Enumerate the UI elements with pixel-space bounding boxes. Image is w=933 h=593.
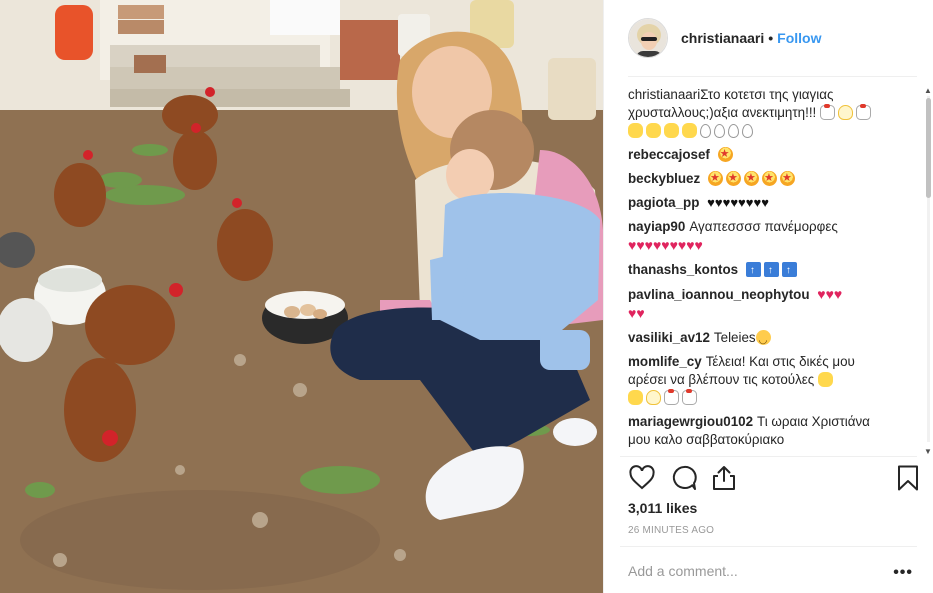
chick-emoji-icon: [817, 372, 833, 387]
comment-username[interactable]: thanashs_kontos: [628, 262, 738, 277]
comment-username[interactable]: rebeccajosef: [628, 147, 710, 162]
rooster-emoji-icon: [682, 389, 697, 405]
comment-item: thanashs_kontos: [628, 261, 916, 280]
comments-scrollbar[interactable]: ▲ ▼: [923, 86, 933, 456]
scroll-up-arrow-icon[interactable]: ▲: [924, 86, 932, 95]
comment-item: nayiap90 Αγαπεσσσσ πανέμορφες ♥♥♥♥♥♥♥♥♥: [628, 218, 916, 255]
comments-list[interactable]: christianaariΣτο κοτετσι της γιαγιας χρυ…: [628, 86, 916, 456]
rooster-emoji-icon: [820, 104, 836, 120]
star-struck-emoji-icon: [743, 169, 759, 187]
post-timestamp[interactable]: 26 MINUTES AGO: [628, 525, 714, 536]
bookmark-icon[interactable]: [894, 464, 922, 492]
comment-username[interactable]: pagiota_pp: [628, 195, 699, 210]
comment-item: pavlina_ioannou_neophytou ♥♥♥ ♥♥: [628, 285, 916, 323]
speech-bubble-icon[interactable]: [670, 464, 698, 492]
rooster-emoji-icon: [856, 104, 872, 120]
chick-emoji-icon: [646, 123, 661, 138]
top-arrow-emoji-icon: [781, 262, 797, 280]
photo-illustration: [0, 0, 603, 593]
star-struck-emoji-icon: [707, 169, 723, 187]
comment-username[interactable]: nayiap90: [628, 219, 685, 234]
red-hearts-emoji-icon: ♥♥♥♥♥♥♥♥♥: [628, 237, 703, 253]
chick-emoji-icon: [628, 390, 643, 405]
divider: [620, 546, 917, 547]
star-struck-emoji-icon: [717, 145, 733, 163]
post-actions-bar: [628, 464, 926, 494]
hatching-chick-emoji-icon: [646, 390, 661, 405]
post-details-panel: christianaari • Follow christianaariΣτο …: [603, 0, 933, 593]
star-struck-emoji-icon: [779, 169, 795, 187]
comment-username[interactable]: momlife_cy: [628, 354, 702, 369]
separator-dot: •: [768, 30, 774, 46]
post-header: christianaari • Follow: [604, 0, 933, 76]
top-arrow-emoji-icon: [745, 262, 761, 280]
caption-username[interactable]: christianaari: [628, 87, 700, 102]
comment-item: vasiliki_av12 Teleies: [628, 329, 916, 350]
add-comment-input[interactable]: [628, 556, 900, 586]
more-options-button[interactable]: •••: [893, 564, 913, 582]
avatar[interactable]: [628, 18, 668, 58]
comment-text: Teleies: [713, 330, 756, 345]
comment-item: pagiota_pp ♥♥♥♥♥♥♥♥: [628, 194, 916, 212]
star-struck-emoji-icon: [761, 169, 777, 187]
follow-button[interactable]: Follow: [777, 30, 821, 46]
red-hearts-emoji-icon: ♥♥♥: [817, 286, 843, 302]
red-hearts-emoji-icon: ♥♥: [628, 305, 645, 321]
chick-emoji-icon: [664, 123, 679, 138]
comment-username[interactable]: vasiliki_av12: [628, 330, 710, 345]
share-arrow-icon[interactable]: [710, 464, 738, 492]
comment-item: momlife_cy Τέλεια! Και στις δικές μου αρέ…: [628, 353, 916, 407]
star-struck-emoji-icon: [725, 169, 741, 187]
comment-text: Αγαπεσσσσ πανέμορφες: [689, 219, 838, 234]
post-caption: christianaariΣτο κοτετσι της γιαγιας χρυ…: [628, 86, 916, 140]
egg-emoji-icon: [700, 124, 711, 138]
comment-item: beckybluez: [628, 169, 916, 188]
comment-username[interactable]: beckybluez: [628, 171, 700, 186]
comment-item: rebeccajosef: [628, 145, 916, 164]
egg-emoji-icon: [742, 124, 753, 138]
egg-emoji-icon: [714, 124, 725, 138]
chick-emoji-icon: [628, 123, 643, 138]
scroll-down-arrow-icon[interactable]: ▼: [924, 447, 932, 456]
rooster-emoji-icon: [664, 389, 679, 405]
scrollbar-thumb[interactable]: [926, 98, 931, 198]
smiling-face-emoji-icon: [755, 330, 771, 350]
post-photo[interactable]: [0, 0, 603, 593]
heart-outline-icon[interactable]: [628, 464, 656, 492]
divider: [628, 76, 917, 77]
avatar-image: [629, 19, 667, 57]
comment-username[interactable]: mariagewrgiou0102: [628, 414, 753, 429]
egg-emoji-icon: [728, 124, 739, 138]
chick-emoji-icon: [682, 123, 697, 138]
hatching-chick-emoji-icon: [838, 105, 854, 120]
comment-item: mariagewrgiou0102 Τι ωραια Χριστιάνα μου …: [628, 413, 916, 449]
top-arrow-emoji-icon: [763, 262, 779, 280]
divider: [620, 456, 917, 457]
comment-username[interactable]: pavlina_ioannou_neophytou: [628, 287, 810, 302]
likes-count[interactable]: 3,011 likes: [628, 500, 697, 516]
username-link[interactable]: christianaari: [681, 30, 764, 46]
black-hearts-emoji-icon: ♥♥♥♥♥♥♥♥: [707, 195, 769, 210]
